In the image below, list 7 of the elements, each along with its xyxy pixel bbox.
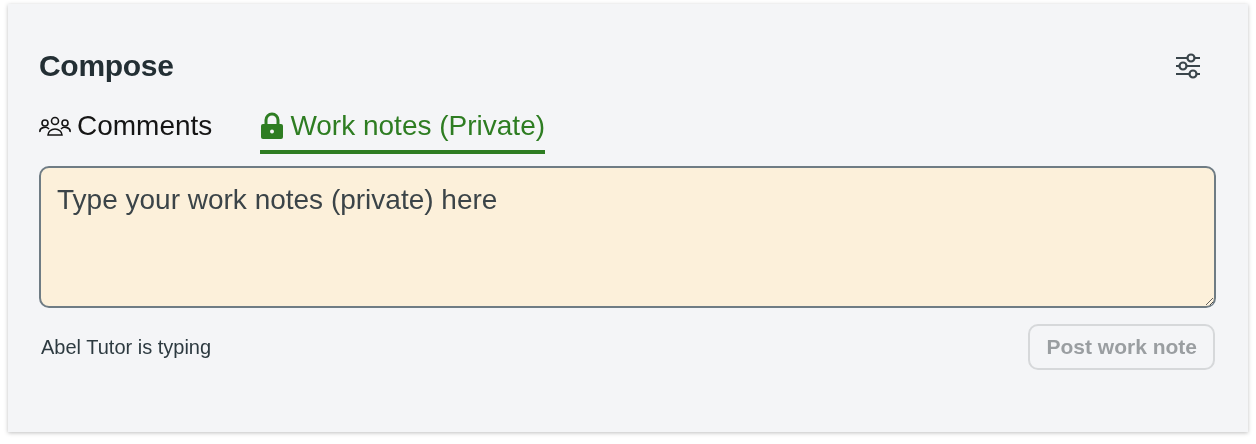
typing-status: Abel Tutor is typing <box>41 335 212 359</box>
people-icon <box>39 115 71 137</box>
work-notes-field[interactable]: Type your work notes (private) here <box>39 166 1216 308</box>
tab[interactable]: Work notes (Private) <box>260 110 546 154</box>
lock-icon <box>260 112 285 140</box>
panel-title: Compose <box>39 49 174 83</box>
tab[interactable]: Comments <box>39 110 213 154</box>
